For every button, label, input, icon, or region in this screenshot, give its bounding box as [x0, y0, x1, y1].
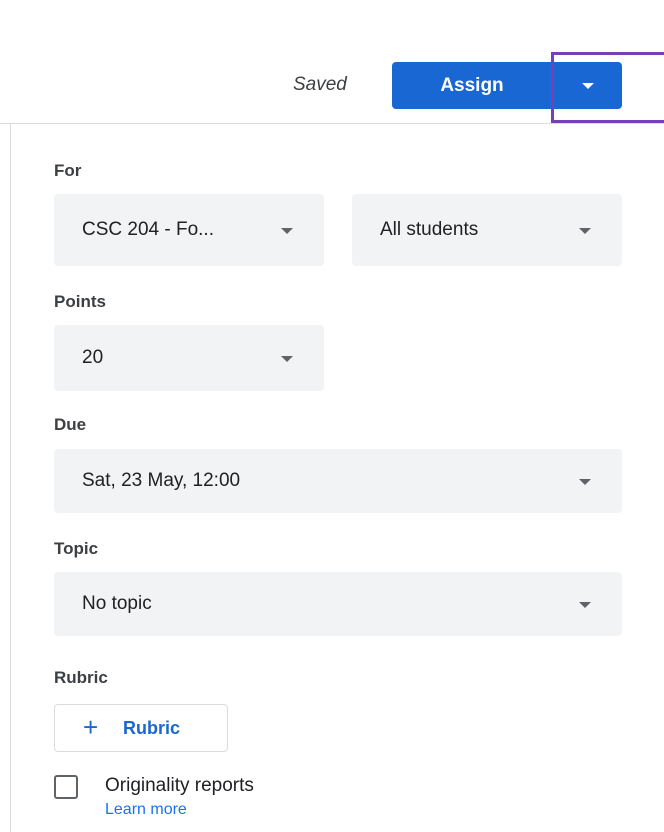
for-label: For — [54, 161, 82, 180]
points-select[interactable]: 20 — [54, 325, 324, 391]
due-select[interactable]: Sat, 23 May, 12:00 — [54, 449, 622, 513]
points-label: Points — [54, 292, 106, 311]
caret-down-icon — [281, 356, 293, 362]
caret-down-icon — [281, 228, 293, 234]
header-divider — [0, 123, 664, 124]
due-label: Due — [54, 415, 87, 434]
points-select-value: 20 — [82, 347, 104, 368]
rubric-label: Rubric — [54, 668, 108, 687]
plus-icon: + — [83, 712, 99, 742]
caret-down-icon — [579, 479, 591, 485]
due-select-value: Sat, 23 May, 12:00 — [82, 470, 241, 491]
highlight-annotation — [551, 52, 664, 123]
assign-button[interactable]: Assign — [392, 62, 552, 109]
class-select-value: CSC 204 - Fo... — [82, 219, 214, 240]
class-select[interactable]: CSC 204 - Fo... — [54, 194, 324, 266]
topic-label: Topic — [54, 539, 99, 558]
students-select-value: All students — [380, 219, 479, 240]
topic-select[interactable]: No topic — [54, 572, 622, 636]
add-rubric-button-label: Rubric — [123, 718, 181, 738]
panel-divider — [10, 123, 11, 832]
saved-status: Saved — [293, 74, 347, 95]
originality-checkbox[interactable] — [54, 775, 78, 799]
originality-label: Originality reports — [105, 775, 254, 796]
learn-more-link[interactable]: Learn more — [105, 801, 187, 819]
students-select[interactable]: All students — [352, 194, 622, 266]
topic-select-value: No topic — [82, 593, 152, 614]
caret-down-icon — [579, 228, 591, 234]
caret-down-icon — [579, 602, 591, 608]
add-rubric-button[interactable]: + Rubric — [54, 704, 228, 752]
